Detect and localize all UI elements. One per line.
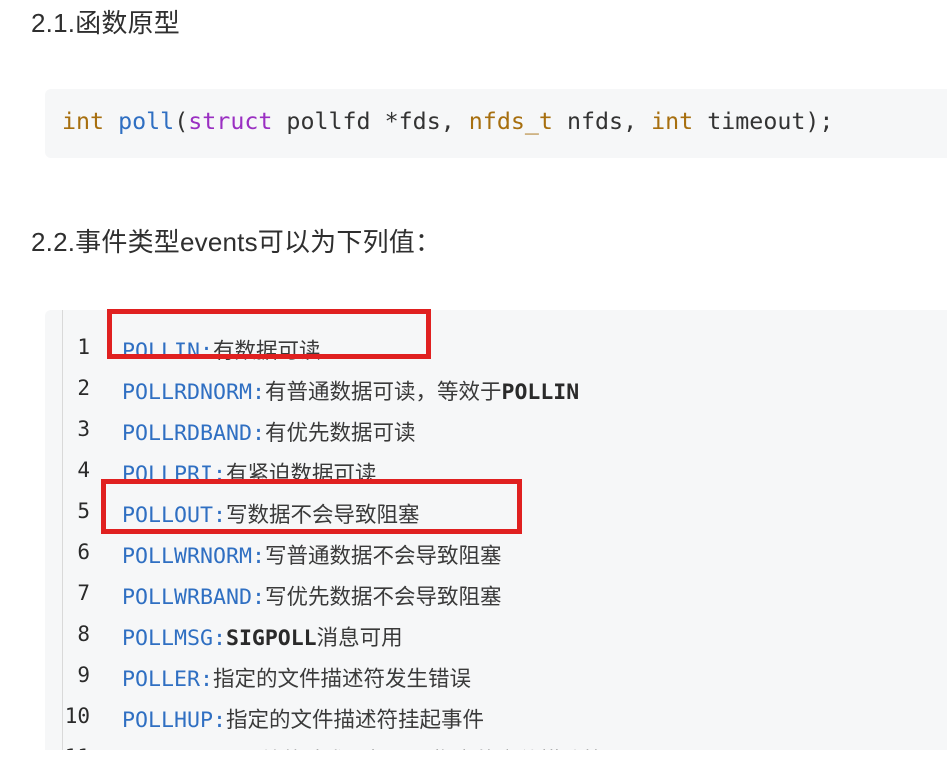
line-number: 5: [77, 499, 90, 523]
line-number: 8: [77, 622, 90, 646]
event-entry: POLLWRBAND:写优先数据不会导致阻塞: [122, 580, 502, 611]
event-description-constant: POLLIN: [501, 380, 580, 405]
event-description: 有优先数据可读: [265, 421, 416, 446]
line-number: 4: [77, 458, 90, 482]
code-token-type: nfds_t: [468, 108, 553, 135]
list-item: 10 POLLHUP:指定的文件描述符挂起事件: [45, 696, 945, 737]
code-token: (: [174, 108, 189, 135]
line-number: 10: [64, 704, 90, 728]
event-key: POLLWRNORM:: [122, 544, 266, 569]
list-item: 8 POLLMSG:SIGPOLL消息可用: [45, 614, 945, 655]
page-bottom-edge: [0, 750, 947, 772]
event-description: SIGPOLL消息可用: [226, 626, 403, 651]
event-description-text: 消息可用: [316, 626, 403, 651]
code-block-prototype: int poll(struct pollfd *fds, nfds_t nfds…: [45, 89, 947, 158]
list-item: 11POLLNVAL:无效的请求，打不开指定的文件描述符: [45, 737, 945, 750]
highlight-box-pollout: [101, 479, 522, 534]
code-line: int poll(struct pollfd *fds, nfds_t nfds…: [62, 108, 833, 135]
event-description-constant: SIGPOLL: [226, 626, 317, 651]
line-number-gutter-divider: [62, 310, 63, 750]
event-description: 写普通数据不会导致阻塞: [265, 544, 502, 569]
section-heading-events: 2.2.事件类型events可以为下列值：: [31, 227, 442, 257]
event-key: POLLMSG:: [122, 626, 227, 651]
line-number: 6: [77, 540, 90, 564]
line-number: 9: [77, 663, 90, 687]
highlight-box-pollin: [107, 309, 431, 359]
section-heading-prototype: 2.1.函数原型: [31, 8, 180, 38]
event-description: 指定的文件描述符发生错误: [213, 667, 471, 692]
line-number: 2: [77, 376, 90, 400]
code-token-type: int: [62, 108, 105, 135]
event-key: POLLRDNORM:: [122, 380, 266, 405]
event-key: POLLHUP:: [122, 708, 227, 733]
event-entry: POLLHUP:指定的文件描述符挂起事件: [122, 703, 484, 734]
line-number: 1: [77, 335, 90, 359]
line-number: 3: [77, 417, 90, 441]
event-key: POLLRDBAND:: [122, 421, 266, 446]
event-key: POLLER:: [122, 667, 214, 692]
event-description: 有普通数据可读，等效于POLLIN: [265, 380, 579, 405]
event-description-text: 指定的文件描述符挂起事件: [226, 708, 485, 733]
list-item: 2 POLLRDNORM:有普通数据可读，等效于POLLIN: [45, 368, 945, 409]
event-entry: POLLER:指定的文件描述符发生错误: [122, 662, 471, 693]
event-description-text: 指定的文件描述符发生错误: [213, 667, 472, 692]
code-token-keyword: struct: [188, 108, 273, 135]
event-entry: POLLRDBAND:有优先数据可读: [122, 416, 416, 447]
code-token-function: poll: [118, 108, 175, 135]
event-description: 写优先数据不会导致阻塞: [265, 585, 502, 610]
event-description-text: 写普通数据不会导致阻塞: [265, 544, 502, 569]
event-entry: POLLMSG:SIGPOLL消息可用: [122, 621, 403, 652]
event-description-text: 有优先数据可读: [265, 421, 416, 446]
list-item: 6 POLLWRNORM:写普通数据不会导致阻塞: [45, 532, 945, 573]
event-description: 指定的文件描述符挂起事件: [226, 708, 484, 733]
code-token: timeout);: [693, 108, 834, 135]
code-token: pollfd *fds,: [272, 108, 469, 135]
list-item: 7 POLLWRBAND:写优先数据不会导致阻塞: [45, 573, 945, 614]
event-entry: POLLWRNORM:写普通数据不会导致阻塞: [122, 539, 502, 570]
code-token: nfds,: [552, 108, 652, 135]
event-description-text: 写优先数据不会导致阻塞: [265, 585, 502, 610]
event-description-text: 有普通数据可读，等效于: [265, 380, 502, 405]
list-item: 3 POLLRDBAND:有优先数据可读: [45, 409, 945, 450]
event-key: POLLWRBAND:: [122, 585, 266, 610]
line-number: 7: [77, 581, 90, 605]
list-item: 9 POLLER:指定的文件描述符发生错误: [45, 655, 945, 696]
event-entry: POLLRDNORM:有普通数据可读，等效于POLLIN: [122, 375, 579, 406]
code-token-type: int: [651, 108, 694, 135]
